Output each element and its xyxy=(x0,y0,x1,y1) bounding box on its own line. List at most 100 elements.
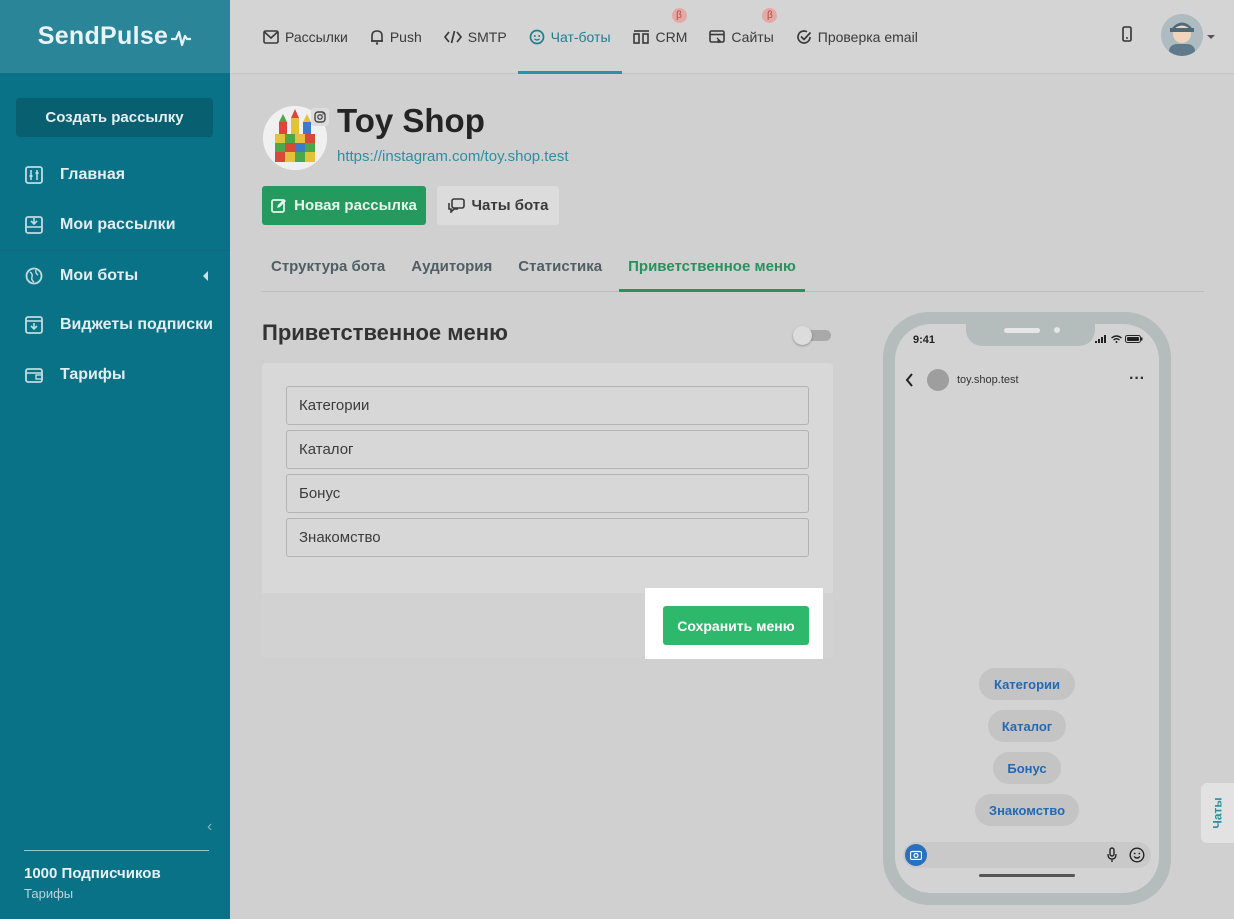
top-nav: Рассылки Push SMTP Чат-боты CRM β Сайты … xyxy=(252,0,929,74)
bot-title: Toy Shop xyxy=(337,102,485,139)
sidebar-item-bots[interactable]: Мои боты xyxy=(0,250,230,300)
collapse-sidebar-icon[interactable]: ‹ xyxy=(207,818,212,836)
quick-reply[interactable]: Категории xyxy=(979,668,1075,700)
sites-icon xyxy=(709,30,726,44)
status-icons xyxy=(1095,335,1143,343)
menu-item-input[interactable]: Каталог xyxy=(286,430,809,469)
topnav-chatbots[interactable]: Чат-боты xyxy=(517,0,622,74)
crm-icon xyxy=(632,30,649,44)
top-bar: Рассылки Push SMTP Чат-боты CRM β Сайты … xyxy=(230,0,1234,74)
chats-side-tab[interactable]: Чаты xyxy=(1201,783,1234,843)
topnav-label: CRM xyxy=(655,29,688,45)
chat-avatar xyxy=(927,369,949,391)
home-indicator xyxy=(979,874,1075,877)
topnav-campaigns[interactable]: Рассылки xyxy=(252,0,359,74)
instagram-icon xyxy=(311,108,329,126)
topnav-crm[interactable]: CRM β xyxy=(622,0,699,74)
edit-icon xyxy=(271,198,287,213)
check-circle-icon xyxy=(796,30,811,44)
tab-welcome-menu[interactable]: Приветственное меню xyxy=(619,240,805,292)
logo-bar: SendPulse xyxy=(0,0,230,73)
back-icon[interactable] xyxy=(905,373,914,387)
message-input-bar[interactable] xyxy=(903,842,1151,868)
beta-badge: β xyxy=(762,8,778,23)
sliders-icon xyxy=(24,165,44,185)
menu-item-input[interactable]: Категории xyxy=(286,386,809,425)
menu-items-card: Категории Каталог Бонус Знакомство xyxy=(262,363,833,593)
bot-profile-link[interactable]: https://instagram.com/toy.shop.test xyxy=(337,148,569,165)
phone-preview: 9:41 toy.shop.test ··· Категории Каталог… xyxy=(883,312,1171,905)
chats-icon xyxy=(447,198,465,213)
quick-reply[interactable]: Каталог xyxy=(988,710,1066,742)
topnav-label: Проверка email xyxy=(817,29,918,45)
menu-item-input[interactable]: Знакомство xyxy=(286,518,809,557)
more-icon[interactable]: ··· xyxy=(1129,370,1145,388)
emoji-icon[interactable] xyxy=(1129,847,1145,863)
welcome-menu-toggle[interactable] xyxy=(793,326,831,345)
beta-badge: β xyxy=(671,8,687,23)
sidebar-item-label: Мои рассылки xyxy=(60,216,176,233)
subscriber-count: 1000 Подписчиков xyxy=(24,865,161,882)
chevron-left-icon xyxy=(203,271,208,281)
logo[interactable]: SendPulse xyxy=(38,22,193,51)
bell-icon xyxy=(370,30,383,45)
section-title: Приветственное меню xyxy=(262,320,508,345)
bot-tabs: Структура бота Аудитория Статистика Прив… xyxy=(262,240,1204,292)
widget-icon xyxy=(24,315,44,335)
wifi-icon xyxy=(1111,335,1122,343)
chat-header: toy.shop.test ··· xyxy=(895,364,1159,394)
status-time: 9:41 xyxy=(913,334,936,346)
topnav-sites[interactable]: Сайты β xyxy=(698,0,784,74)
sidebar-item-campaigns[interactable]: Мои рассылки xyxy=(0,200,230,250)
sidebar-item-widgets[interactable]: Виджеты подписки xyxy=(0,300,230,350)
create-campaign-button[interactable]: Создать рассылку xyxy=(16,98,213,137)
chatbot-icon xyxy=(529,29,545,45)
sidebar-item-home[interactable]: Главная xyxy=(0,150,230,200)
topnav-label: Рассылки xyxy=(285,29,348,45)
menu-item-input[interactable]: Бонус xyxy=(286,474,809,513)
quick-reply[interactable]: Бонус xyxy=(993,752,1061,784)
phone-screen: 9:41 toy.shop.test ··· Категории Каталог… xyxy=(895,324,1159,893)
new-campaign-label: Новая рассылка xyxy=(294,197,417,214)
sidebar-item-pricing[interactable]: Тарифы xyxy=(0,350,230,400)
new-campaign-button[interactable]: Новая рассылка xyxy=(262,186,426,225)
sidebar-item-label: Мои боты xyxy=(60,266,139,284)
topnav-label: SMTP xyxy=(467,29,507,45)
bot-chats-label: Чаты бота xyxy=(471,197,549,214)
save-menu-button[interactable]: Сохранить меню xyxy=(663,606,809,645)
tab-audience[interactable]: Аудитория xyxy=(402,240,501,292)
user-avatar[interactable] xyxy=(1161,14,1203,56)
globe-icon xyxy=(24,266,44,286)
chat-account-name: toy.shop.test xyxy=(957,374,1019,386)
pricing-link[interactable]: Тарифы xyxy=(24,886,209,901)
quick-reply[interactable]: Знакомство xyxy=(975,794,1079,826)
pulse-icon xyxy=(171,30,192,46)
sidebar: SendPulse Создать рассылку Главная Мои р… xyxy=(0,0,230,919)
brand-name: SendPulse xyxy=(37,22,169,50)
topnav-label: Сайты xyxy=(731,29,774,45)
toggle-knob xyxy=(793,326,812,345)
topnav-push[interactable]: Push xyxy=(359,0,433,74)
topnav-smtp[interactable]: SMTP xyxy=(433,0,518,74)
microphone-icon[interactable] xyxy=(1107,847,1117,863)
sidebar-item-label: Главная xyxy=(60,166,126,183)
mobile-icon[interactable] xyxy=(1121,26,1133,44)
inbox-icon xyxy=(24,215,44,235)
topnav-label: Push xyxy=(389,29,422,45)
sidebar-footer: 1000 Подписчиков Тарифы xyxy=(24,850,209,901)
mail-icon xyxy=(263,30,279,44)
code-icon xyxy=(443,30,462,44)
camera-icon[interactable] xyxy=(905,844,927,866)
tab-statistics[interactable]: Статистика xyxy=(509,240,611,292)
battery-icon xyxy=(1125,335,1143,343)
chevron-down-icon[interactable] xyxy=(1207,35,1215,39)
chats-tab-label: Чаты xyxy=(1210,797,1225,829)
sidebar-item-label: Виджеты подписки xyxy=(60,316,213,333)
front-camera xyxy=(1054,327,1060,333)
sidebar-item-label: Тарифы xyxy=(60,366,126,383)
speaker xyxy=(1004,328,1040,333)
tab-structure[interactable]: Структура бота xyxy=(262,240,394,292)
bot-chats-button[interactable]: Чаты бота xyxy=(437,186,559,225)
topnav-email-check[interactable]: Проверка email xyxy=(785,0,929,74)
phone-notch xyxy=(966,324,1095,346)
